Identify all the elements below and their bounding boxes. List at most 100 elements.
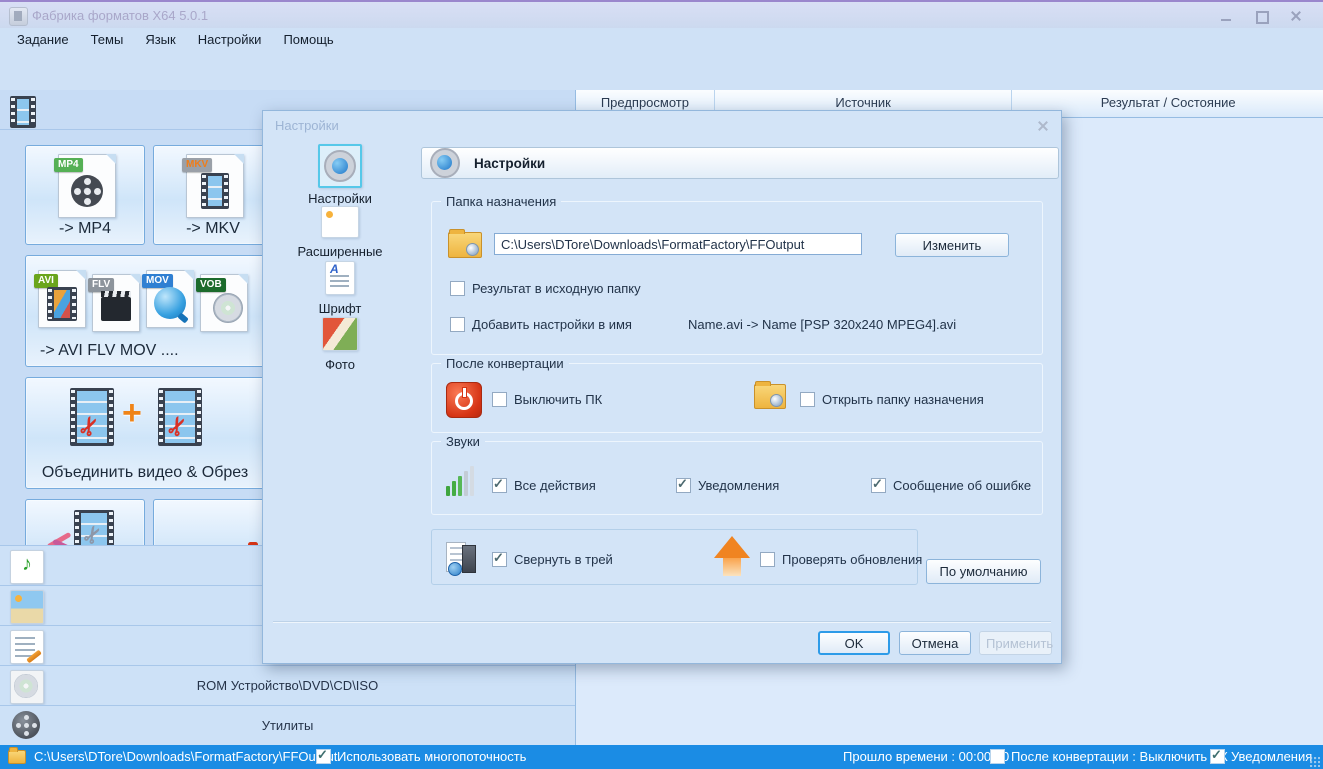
card-to-avi-flv-mov[interactable]: AVI FLV MOV VOB -> AVI FLV MOV .... — [25, 255, 265, 367]
maximize-button[interactable] — [1246, 8, 1276, 25]
video-category-icon[interactable] — [10, 96, 36, 128]
menu-themes[interactable]: Темы — [80, 30, 135, 49]
checkbox-icon[interactable] — [990, 749, 1005, 764]
checkbox-icon[interactable] — [676, 478, 691, 493]
titlebar[interactable]: Фабрика форматов X64 5.0.1 — [0, 2, 1323, 28]
picture-icon — [10, 590, 44, 624]
menu-settings[interactable]: Настройки — [187, 30, 273, 49]
checkbox-add-settings-name[interactable]: Добавить настройки в имя — [450, 317, 632, 332]
defaults-button[interactable]: По умолчанию — [926, 559, 1041, 584]
group-label: После конвертации — [441, 356, 569, 371]
checkbox-icon[interactable] — [871, 478, 886, 493]
checkbox-icon[interactable] — [760, 552, 775, 567]
checkbox-label: После конвертации : Выключить ПК — [1011, 749, 1228, 764]
menu-help[interactable]: Помощь — [272, 30, 344, 49]
menu-task[interactable]: Задание — [6, 30, 80, 49]
card-merge-clip-video[interactable]: Объединить видео & Обрез — [25, 377, 265, 489]
clapperboard-icon — [101, 297, 131, 321]
checkbox-result-source-folder[interactable]: Результат в исходную папку — [450, 281, 641, 296]
card-to-mp4[interactable]: MP4 -> MP4 — [25, 145, 145, 245]
checkbox-icon[interactable] — [450, 281, 465, 296]
cancel-button[interactable]: Отмена — [899, 631, 971, 655]
flv-badge: FLV — [88, 278, 114, 292]
dialog-header-band: Настройки — [421, 147, 1059, 179]
mov-badge: MOV — [142, 274, 173, 288]
film-strip-icon — [47, 287, 77, 321]
category-utilities[interactable]: Утилиты — [0, 705, 575, 746]
computer-tray-icon — [446, 542, 482, 576]
checkbox-icon[interactable] — [316, 749, 331, 764]
misc-panel: Свернуть в трей Проверять обновления — [431, 529, 918, 585]
checkbox-notifications[interactable]: Уведомления — [676, 478, 779, 493]
elapsed-label: Прошло времени : 00:00:00 — [843, 749, 1009, 764]
statusbar: C:\Users\DTore\Downloads\FormatFactory\F… — [0, 745, 1323, 769]
checkbox-label: Уведомления — [1231, 749, 1312, 764]
card-partial[interactable] — [153, 499, 273, 545]
vob-file-icon: VOB — [200, 274, 248, 332]
statusbar-notifications-checkbox[interactable]: Уведомления — [1210, 749, 1312, 764]
category-label: ROM Устройство\DVD\CD\ISO — [0, 678, 575, 693]
rename-sample-text: Name.avi -> Name [PSP 320x240 MPEG4].avi — [688, 317, 956, 332]
sounds-group: Звуки Все действия Уведомления Сообщение… — [431, 441, 1043, 515]
dialog-title: Настройки — [275, 118, 339, 133]
change-button[interactable]: Изменить — [895, 233, 1009, 257]
nav-label: Расширенные — [280, 244, 400, 259]
checkbox-icon[interactable] — [1210, 749, 1225, 764]
mkv-badge: MKV — [182, 158, 212, 172]
sample-label: Name.avi -> Name [PSP 320x240 MPEG4].avi — [688, 317, 956, 332]
menu-language[interactable]: Язык — [134, 30, 186, 49]
checkbox-label: Уведомления — [698, 478, 779, 493]
dialog-header-title: Настройки — [474, 156, 545, 171]
update-arrow-icon — [714, 536, 750, 578]
dialog-close-button[interactable] — [1035, 119, 1051, 133]
destination-folder-group: Папка назначения Изменить Результат в ис… — [431, 201, 1043, 355]
mkv-file-icon: MKV — [186, 154, 244, 218]
checkbox-label: Проверять обновления — [782, 552, 922, 567]
film-reel-icon — [71, 175, 103, 207]
nav-label: Шрифт — [280, 301, 400, 316]
settings-gear-icon — [318, 144, 362, 188]
statusbar-shutdown-checkbox[interactable]: После конвертации : Выключить ПК — [990, 749, 1228, 764]
audio-note-icon — [10, 550, 44, 584]
dialog-nav-advanced[interactable]: Расширенные — [280, 206, 400, 259]
checkbox-icon[interactable] — [492, 392, 507, 407]
close-button[interactable] — [1281, 8, 1311, 25]
checkbox-label: Добавить настройки в имя — [472, 317, 632, 332]
dialog-nav-settings[interactable]: Настройки — [280, 144, 400, 206]
resize-grip[interactable] — [1310, 757, 1320, 767]
quicktime-icon — [154, 287, 186, 319]
flv-file-icon: FLV — [92, 274, 140, 332]
dialog-nav-font[interactable]: Шрифт — [280, 261, 400, 316]
checkbox-minimize-tray[interactable]: Свернуть в трей — [492, 552, 613, 567]
dialog-nav-photo[interactable]: Фото — [280, 317, 400, 372]
ok-button[interactable]: OK — [818, 631, 890, 655]
film-strip-icon — [201, 173, 229, 209]
checkbox-icon[interactable] — [800, 392, 815, 407]
checkbox-label: Все действия — [514, 478, 596, 493]
checkbox-label: Выключить ПК — [514, 392, 602, 407]
statusbar-output-path[interactable]: C:\Users\DTore\Downloads\FormatFactory\F… — [8, 749, 337, 764]
card-clip-video-partial[interactable] — [25, 499, 145, 545]
checkbox-open-output-folder[interactable]: Открыть папку назначения — [800, 392, 984, 407]
checkbox-icon[interactable] — [450, 317, 465, 332]
checkbox-icon[interactable] — [492, 478, 507, 493]
toolbar: Папка назначения Настройки Удалить Очист… — [0, 50, 1323, 91]
checkbox-error-message[interactable]: Сообщение об ошибке — [871, 478, 1031, 493]
statusbar-multithread-checkbox[interactable]: Использовать многопоточность — [316, 749, 526, 764]
disc-icon — [213, 293, 243, 323]
statusbar-path-label: C:\Users\DTore\Downloads\FormatFactory\F… — [34, 749, 337, 764]
card-label: -> AVI FLV MOV .... — [26, 342, 264, 360]
minimize-button[interactable] — [1211, 8, 1241, 25]
card-to-mkv[interactable]: MKV -> MKV — [153, 145, 273, 245]
output-path-input[interactable] — [494, 233, 862, 255]
statusbar-elapsed-time: Прошло времени : 00:00:00 — [843, 749, 1009, 764]
checkbox-all-actions[interactable]: Все действия — [492, 478, 596, 493]
settings-dialog: Настройки Настройки Расширенные Шрифт Фо… — [262, 110, 1062, 664]
checkbox-check-updates[interactable]: Проверять обновления — [760, 552, 922, 567]
mov-file-icon: MOV — [146, 270, 194, 328]
checkbox-shutdown-pc[interactable]: Выключить ПК — [492, 392, 602, 407]
divider — [273, 621, 1051, 622]
power-off-icon — [446, 382, 482, 418]
category-rom-device[interactable]: ROM Устройство\DVD\CD\ISO — [0, 665, 575, 706]
checkbox-icon[interactable] — [492, 552, 507, 567]
